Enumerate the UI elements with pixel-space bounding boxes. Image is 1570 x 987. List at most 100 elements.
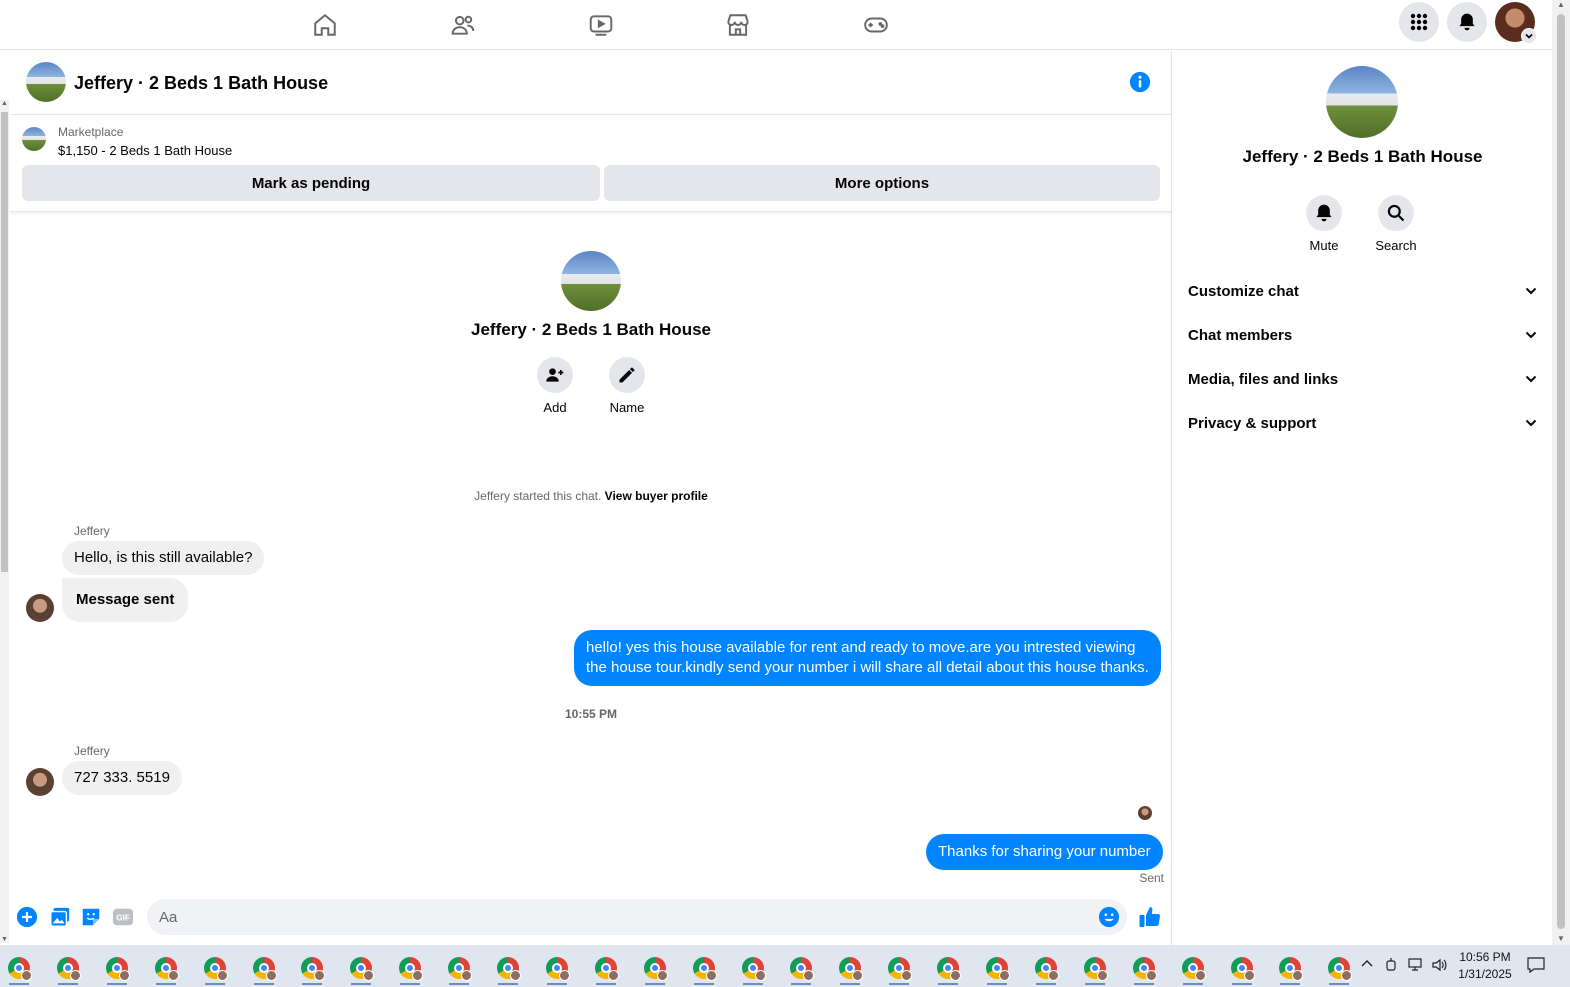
video-icon[interactable]	[582, 6, 620, 44]
running-indicator	[693, 983, 714, 985]
bell-icon[interactable]	[1447, 2, 1487, 42]
mark-as-pending-button[interactable]: Mark as pending	[22, 165, 600, 201]
scroll-thumb[interactable]	[1, 112, 8, 572]
taskbar-chrome-window[interactable]	[293, 951, 331, 985]
taskbar-chrome-window[interactable]	[734, 951, 772, 985]
taskbar-chrome-window[interactable]	[342, 951, 380, 985]
listing-title[interactable]: $1,150 - 2 Beds 1 Bath House	[58, 143, 232, 158]
chat-scrollbar[interactable]: ▲ ▼	[0, 100, 9, 943]
taskbar-chrome-window[interactable]	[1027, 951, 1065, 985]
taskbar-chrome-window[interactable]	[1125, 951, 1163, 985]
plus-icon[interactable]	[16, 906, 38, 928]
profile-badge	[21, 970, 32, 981]
profile-badge	[656, 970, 668, 981]
taskbar-chrome-window[interactable]	[978, 951, 1016, 985]
like-icon[interactable]	[1137, 906, 1163, 928]
taskbar-chrome-window[interactable]	[1223, 951, 1261, 985]
taskbar-chrome-window[interactable]	[196, 951, 234, 985]
emoji-icon[interactable]	[1098, 906, 1120, 928]
taskbar-chrome-window[interactable]	[98, 951, 136, 985]
taskbar-clock[interactable]: 10:56 PM 1/31/2025	[1450, 949, 1520, 983]
network-icon[interactable]	[1407, 957, 1425, 976]
profile-badge	[69, 970, 81, 981]
sender-avatar[interactable]	[26, 768, 54, 796]
marketplace-banner: Marketplace $1,150 - 2 Beds 1 Bath House…	[10, 116, 1172, 212]
taskbar-chrome-window[interactable]	[587, 951, 625, 985]
gif-icon[interactable]: GIF	[112, 906, 134, 928]
taskbar-chrome-window[interactable]	[147, 951, 185, 985]
taskbar-chrome-window[interactable]	[245, 951, 283, 985]
taskbar-chrome-window[interactable]	[0, 951, 38, 985]
taskbar-chrome-window[interactable]	[489, 951, 527, 985]
page-scrollbar[interactable]: ▲ ▼	[1552, 0, 1570, 945]
chat-title[interactable]: Jeffery · 2 Beds 1 Bath House	[74, 73, 328, 94]
profile-badge	[1096, 970, 1108, 981]
info-icon[interactable]	[1129, 71, 1151, 93]
add-people-button[interactable]: Add	[525, 357, 585, 415]
taskbar-chrome-window[interactable]	[1320, 951, 1358, 985]
sidebar-avatar[interactable]	[1326, 66, 1398, 138]
meet-icon[interactable]	[1384, 957, 1398, 976]
mute-button[interactable]: Mute	[1294, 195, 1354, 253]
chevron-down-icon[interactable]	[1521, 28, 1537, 44]
scroll-thumb[interactable]	[1557, 14, 1565, 929]
taskbar-chrome-window[interactable]	[440, 951, 478, 985]
taskbar-chrome-window[interactable]	[831, 951, 869, 985]
sender-avatar[interactable]	[26, 594, 54, 622]
add-label: Add	[543, 400, 567, 415]
customize-chat-section[interactable]: Customize chat	[1188, 276, 1538, 306]
taskbar-chrome-window[interactable]	[391, 951, 429, 985]
sticker-icon[interactable]	[80, 906, 102, 928]
privacy-support-section[interactable]: Privacy & support	[1188, 408, 1538, 438]
sender-name: Jeffery	[74, 524, 110, 538]
name-chat-button[interactable]: Name	[597, 357, 657, 415]
taskbar-chrome-window[interactable]	[1174, 951, 1212, 985]
scroll-down-icon[interactable]: ▼	[0, 936, 9, 943]
message-input[interactable]	[147, 899, 1127, 935]
taskbar-chrome-window[interactable]	[1076, 951, 1114, 985]
scroll-down-icon[interactable]: ▼	[1552, 934, 1570, 943]
photo-icon[interactable]	[49, 906, 71, 928]
gaming-icon[interactable]	[857, 6, 895, 44]
taskbar-chrome-window[interactable]	[929, 951, 967, 985]
sidebar-chat-name: Jeffery · 2 Beds 1 Bath House	[1242, 147, 1483, 166]
scroll-up-icon[interactable]: ▲	[0, 100, 9, 107]
taskbar-chrome-window[interactable]	[782, 951, 820, 985]
menu-grid-icon[interactable]	[1399, 2, 1439, 42]
scroll-up-icon[interactable]: ▲	[1552, 0, 1570, 9]
taskbar-chrome-window[interactable]	[49, 951, 87, 985]
chat-members-section[interactable]: Chat members	[1188, 320, 1538, 350]
media-files-links-section[interactable]: Media, files and links	[1188, 364, 1538, 394]
search-button[interactable]: Search	[1366, 195, 1426, 253]
taskbar-chrome-window[interactable]	[685, 951, 723, 985]
profile-badge	[363, 970, 375, 981]
running-indicator	[106, 983, 127, 985]
view-buyer-profile-link[interactable]: View buyer profile	[605, 489, 708, 503]
taskbar-chrome-window[interactable]	[880, 951, 918, 985]
friends-icon[interactable]	[444, 6, 482, 44]
taskbar-chrome-window[interactable]	[636, 951, 674, 985]
profile-badge	[950, 970, 962, 981]
listing-thumbnail[interactable]	[22, 127, 46, 151]
running-indicator	[595, 983, 616, 985]
home-icon[interactable]	[306, 6, 344, 44]
message-sent-card[interactable]: Message sent	[62, 578, 189, 622]
more-options-button[interactable]: More options	[604, 165, 1160, 201]
taskbar-chrome-window[interactable]	[1271, 951, 1309, 985]
taskbar-chrome-window[interactable]	[538, 951, 576, 985]
outgoing-message[interactable]: Thanks for sharing your number	[926, 834, 1163, 870]
profile-badge	[1145, 970, 1157, 981]
incoming-message[interactable]: 727 333. 5519	[62, 761, 182, 795]
chevron-up-icon[interactable]	[1360, 957, 1374, 974]
svg-text:GIF: GIF	[116, 914, 130, 923]
outgoing-message[interactable]: hello! yes this house available for rent…	[574, 630, 1161, 686]
running-indicator	[840, 983, 861, 985]
volume-icon[interactable]	[1431, 957, 1449, 976]
house-avatar[interactable]	[26, 62, 66, 102]
marketplace-icon[interactable]	[719, 6, 757, 44]
incoming-message[interactable]: Hello, is this still available?	[62, 541, 265, 575]
profile-badge	[1243, 970, 1255, 981]
notification-center-icon[interactable]	[1526, 955, 1546, 978]
profile-badge	[607, 970, 619, 981]
running-indicator	[987, 983, 1007, 985]
